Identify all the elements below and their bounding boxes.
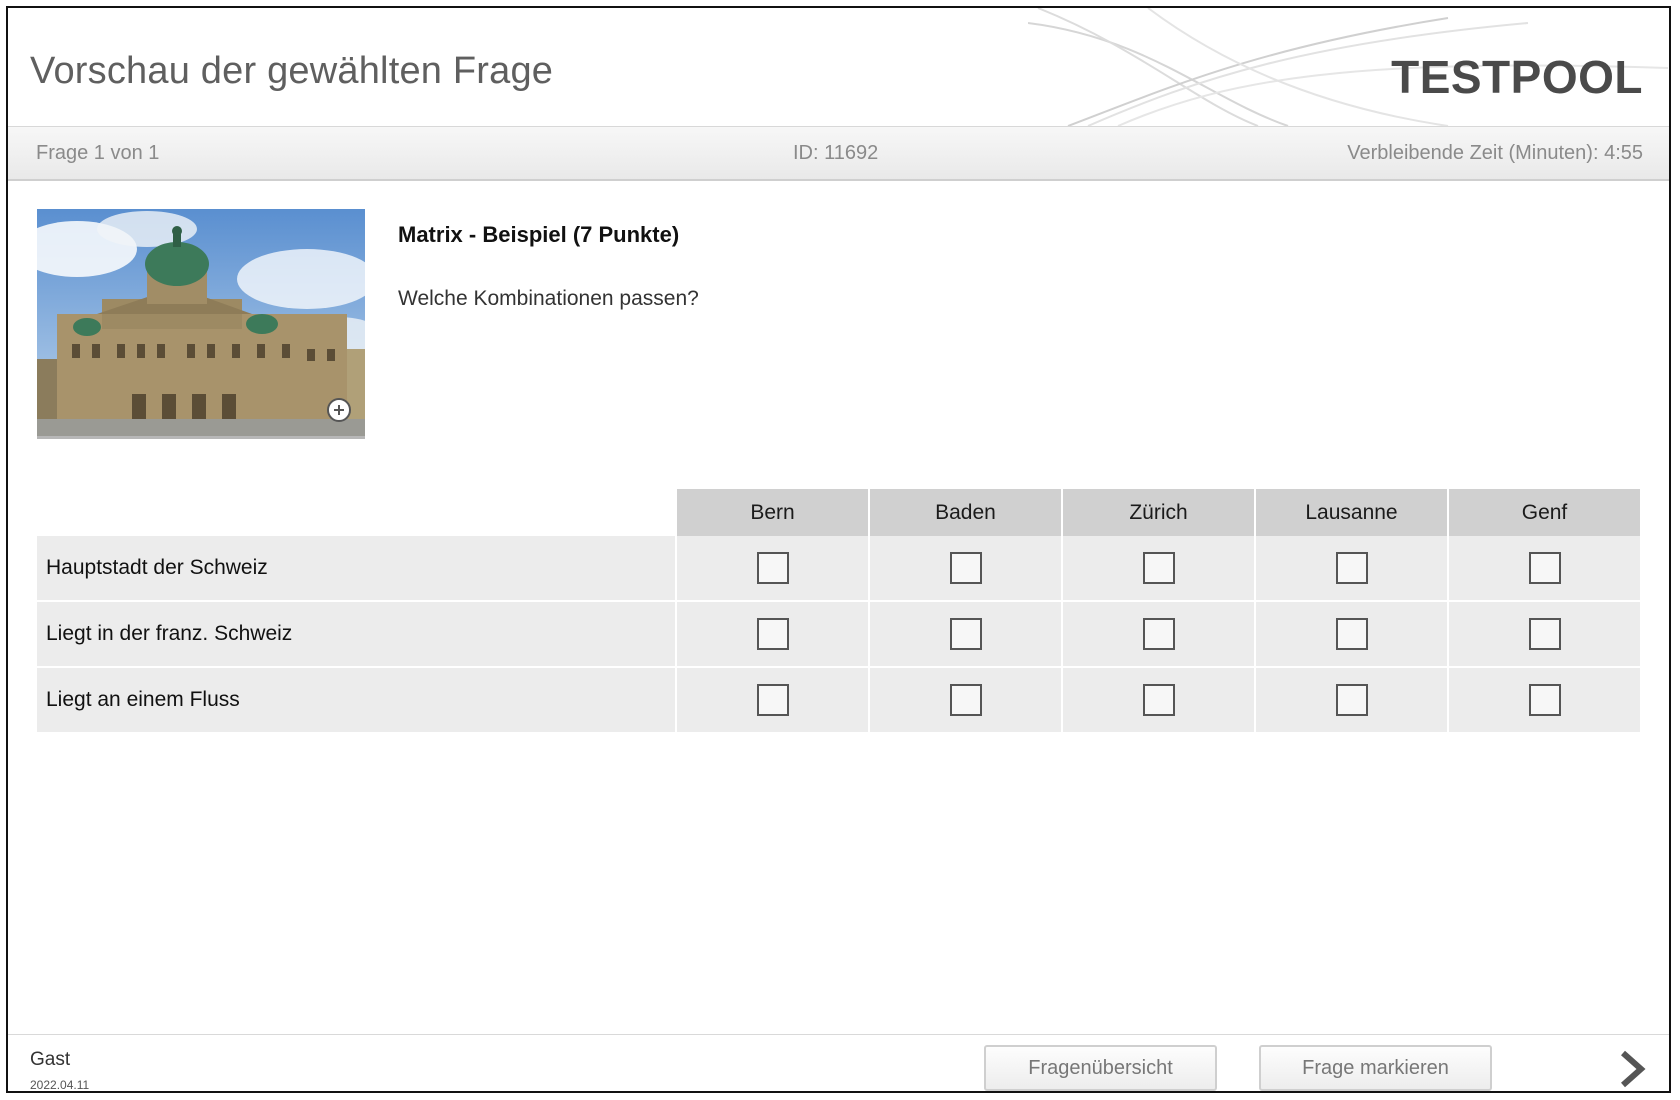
matrix-cell [870, 602, 1063, 668]
header: Vorschau der gewählten Frage TESTPOOL [8, 8, 1669, 126]
page-title: Vorschau der gewählten Frage [30, 50, 554, 92]
matrix-cell [1256, 668, 1449, 734]
zoom-plus-icon[interactable] [327, 398, 351, 422]
question-text: Welche Kombinationen passen? [398, 287, 699, 310]
matrix-cell [1449, 536, 1642, 602]
checkbox[interactable] [1335, 684, 1368, 716]
column-header-lausanne: Lausanne [1256, 489, 1449, 536]
matrix-cell [1063, 602, 1256, 668]
matrix-cell [1063, 536, 1256, 602]
mark-question-button[interactable]: Frage markieren [1259, 1045, 1492, 1091]
matrix-cell [677, 536, 870, 602]
checkbox[interactable] [756, 552, 789, 584]
matrix-row: Liegt in der franz. Schweiz [37, 602, 1642, 668]
checkbox[interactable] [949, 618, 982, 650]
checkbox[interactable] [1335, 552, 1368, 584]
matrix-cell [1063, 668, 1256, 734]
matrix-cell [1256, 536, 1449, 602]
checkbox[interactable] [756, 684, 789, 716]
answer-matrix: Bern Baden Zürich Lausanne Genf Hauptsta… [37, 489, 1642, 734]
matrix-corner [37, 489, 677, 536]
question-title: Matrix - Beispiel (7 Punkte) [398, 222, 680, 247]
checkbox[interactable] [1528, 552, 1561, 584]
app-frame: Vorschau der gewählten Frage TESTPOOL Fr… [6, 6, 1671, 1093]
checkbox[interactable] [1335, 618, 1368, 650]
matrix-cell [870, 668, 1063, 734]
footer: Gast 2022.04.11 Fragenübersicht Frage ma… [8, 1034, 1669, 1092]
matrix-cell [677, 602, 870, 668]
checkbox[interactable] [949, 552, 982, 584]
column-header-bern: Bern [677, 489, 870, 536]
checkbox[interactable] [1528, 684, 1561, 716]
checkbox[interactable] [949, 684, 982, 716]
checkbox[interactable] [1142, 618, 1175, 650]
chevron-right-icon[interactable] [1615, 1049, 1649, 1089]
row-label: Liegt in der franz. Schweiz [37, 602, 677, 668]
building-image [37, 209, 365, 436]
question-image[interactable] [37, 209, 365, 439]
question-overview-button[interactable]: Fragenübersicht [984, 1045, 1217, 1091]
row-label: Liegt an einem Fluss [37, 668, 677, 734]
matrix-row: Liegt an einem Fluss [37, 668, 1642, 734]
info-bar: Frage 1 von 1 ID: 11692 Verbleibende Zei… [8, 126, 1669, 181]
row-label: Hauptstadt der Schweiz [37, 536, 677, 602]
checkbox[interactable] [1142, 684, 1175, 716]
checkbox[interactable] [1142, 552, 1175, 584]
matrix-cell [1449, 668, 1642, 734]
matrix-cell [870, 536, 1063, 602]
column-header-baden: Baden [870, 489, 1063, 536]
matrix-header-row: Bern Baden Zürich Lausanne Genf [37, 489, 1642, 536]
column-header-genf: Genf [1449, 489, 1642, 536]
matrix-row: Hauptstadt der Schweiz [37, 536, 1642, 602]
remaining-time: Verbleibende Zeit (Minuten): 4:55 [1347, 142, 1643, 164]
question-id: ID: 11692 [793, 142, 879, 164]
brand-logo: TESTPOOL [1391, 51, 1643, 103]
matrix-cell [677, 668, 870, 734]
matrix-cell [1256, 602, 1449, 668]
column-header-zurich: Zürich [1063, 489, 1256, 536]
build-date: 2022.04.11 [30, 1078, 90, 1092]
checkbox[interactable] [1528, 618, 1561, 650]
checkbox[interactable] [756, 618, 789, 650]
user-name: Gast [30, 1049, 71, 1070]
question-progress: Frage 1 von 1 [36, 142, 160, 164]
matrix-cell [1449, 602, 1642, 668]
